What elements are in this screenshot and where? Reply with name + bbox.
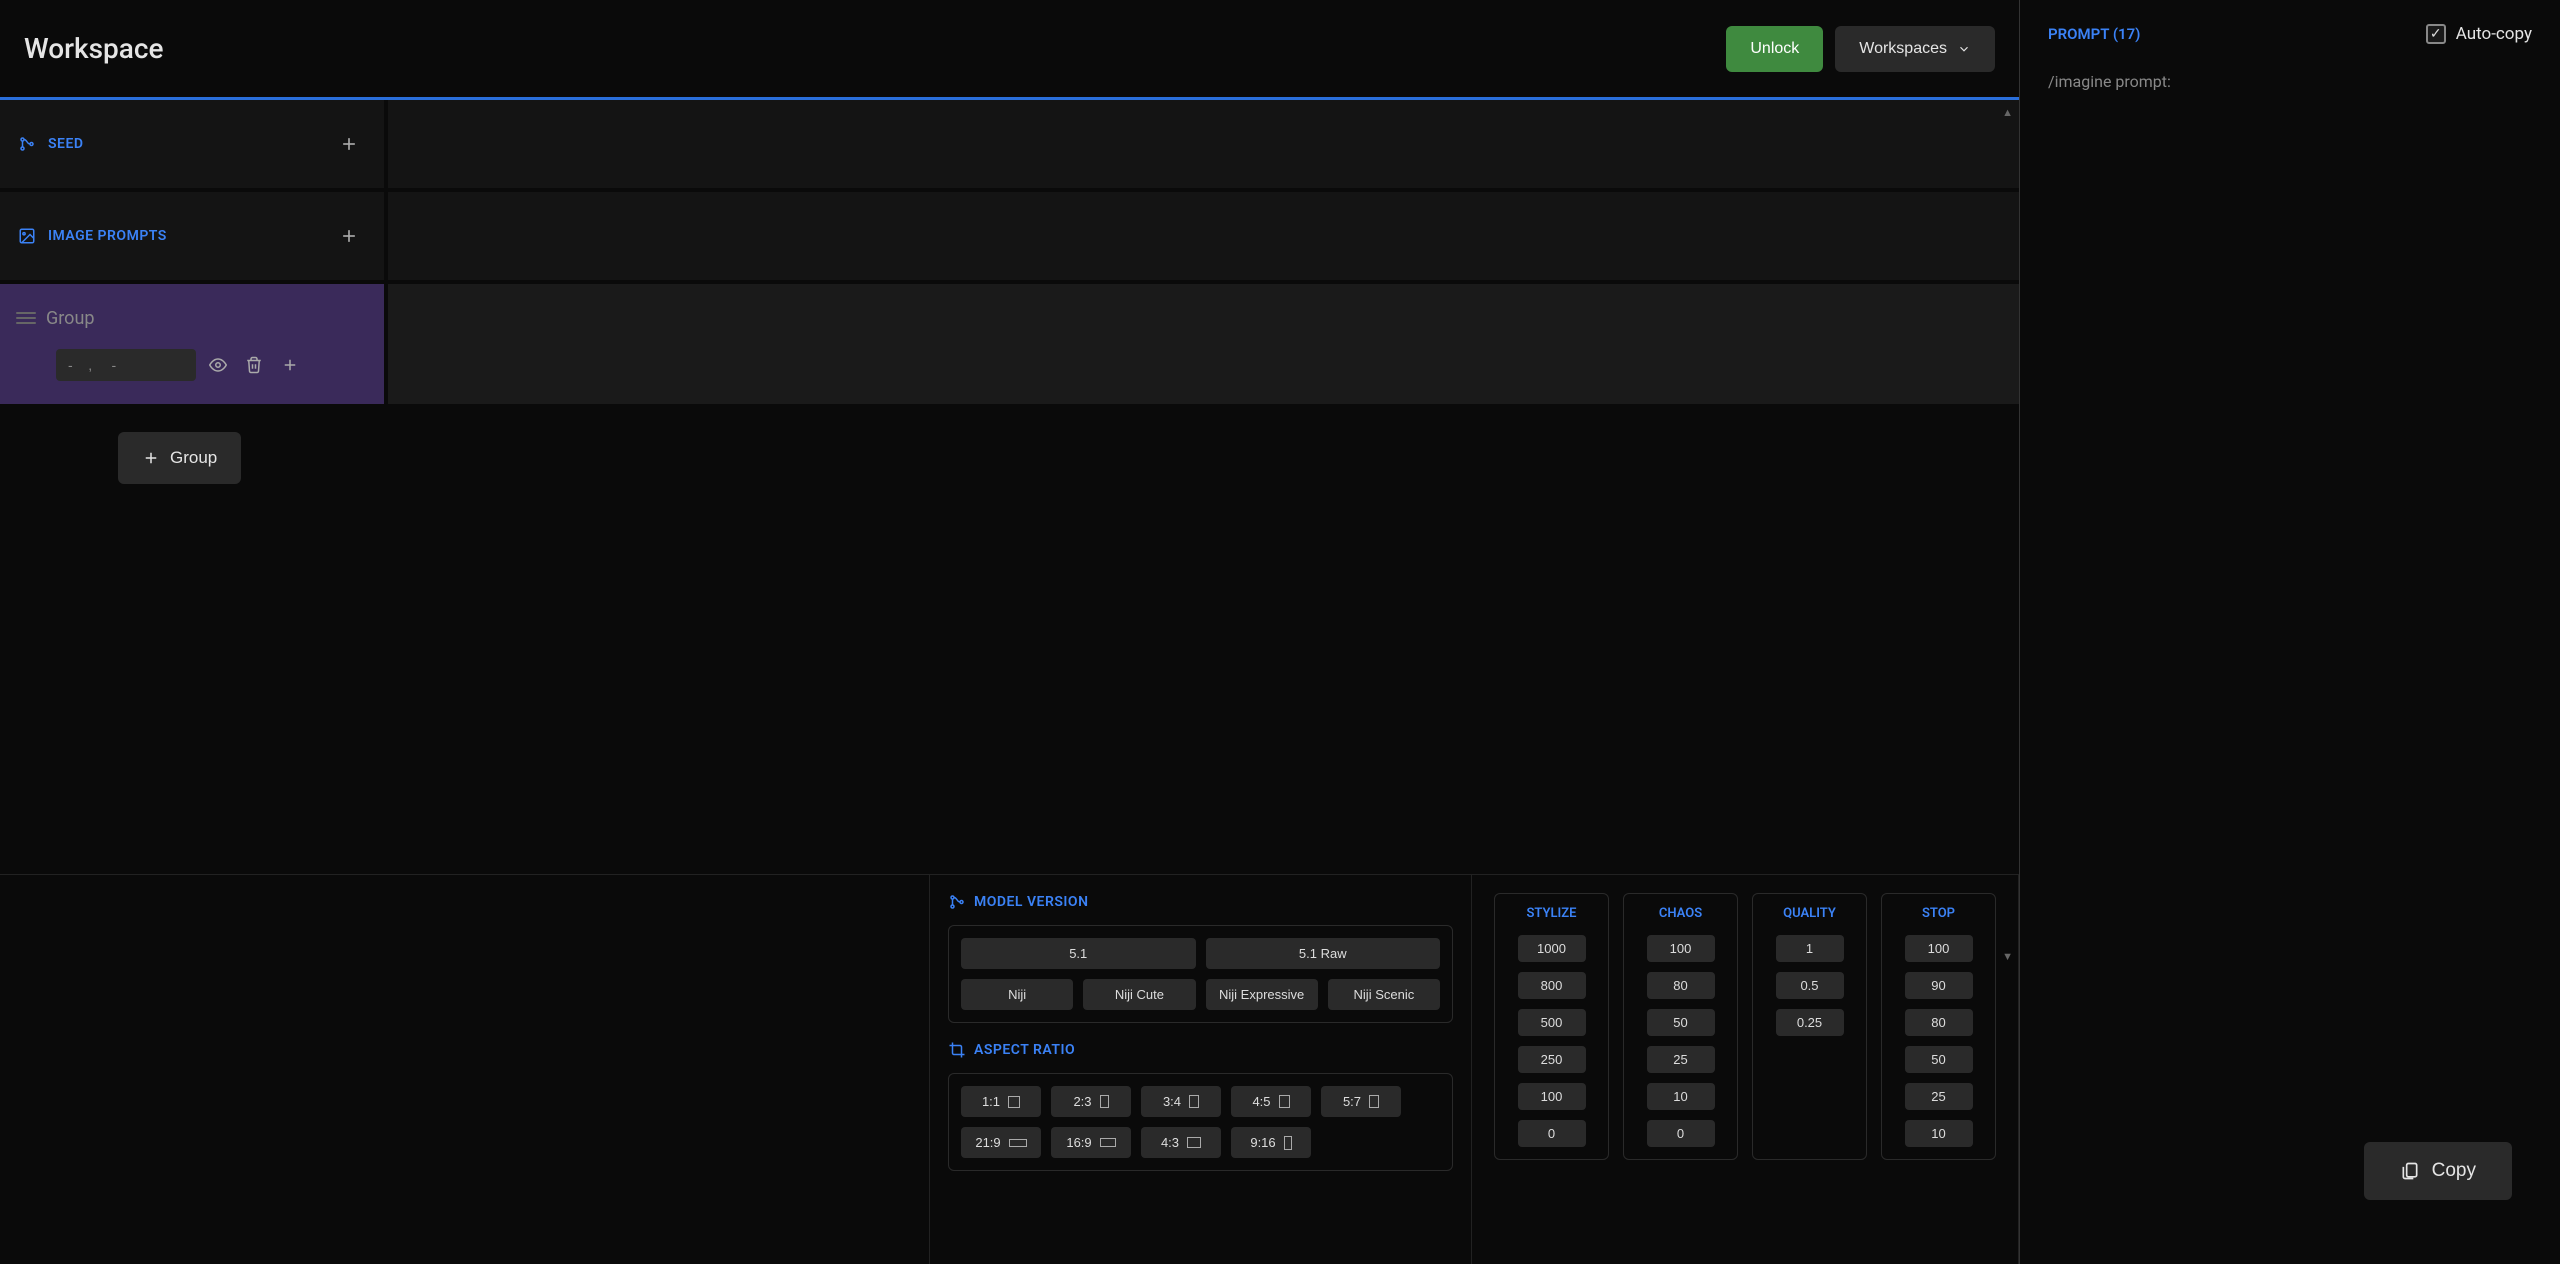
- chevron-down-icon: [1957, 42, 1971, 56]
- stylize-column: STYLIZE10008005002501000: [1494, 893, 1609, 1160]
- add-group-label: Group: [170, 448, 217, 468]
- stop-title: STOP: [1922, 906, 1955, 921]
- chaos-preset-button[interactable]: 10: [1647, 1083, 1715, 1110]
- bottom-panel-empty: [0, 875, 930, 1264]
- image-icon: [18, 227, 36, 245]
- page-title: Workspace: [24, 32, 1726, 65]
- aspect-ratio-button[interactable]: 5:7: [1321, 1086, 1401, 1117]
- copy-label: Copy: [2432, 1160, 2476, 1182]
- scroll-down-icon[interactable]: ▼: [2002, 950, 2013, 963]
- add-seed-button[interactable]: [332, 127, 366, 161]
- chaos-preset-button[interactable]: 50: [1647, 1009, 1715, 1036]
- delete-group-button[interactable]: [240, 351, 268, 379]
- group-label: Group: [46, 308, 94, 329]
- unlock-button[interactable]: Unlock: [1726, 26, 1823, 72]
- image-prompts-row: IMAGE PROMPTS: [0, 192, 2019, 280]
- stylize-preset-button[interactable]: 800: [1518, 972, 1586, 999]
- quality-preset-button[interactable]: 0.25: [1776, 1009, 1844, 1036]
- aspect-ratio-button[interactable]: 3:4: [1141, 1086, 1221, 1117]
- image-prompts-content: [388, 192, 2019, 280]
- stylize-preset-button[interactable]: 250: [1518, 1046, 1586, 1073]
- prompt-sidebar: PROMPT (17) Auto-copy /imagine prompt: C…: [2020, 0, 2560, 1264]
- stop-preset-button[interactable]: 50: [1905, 1046, 1973, 1073]
- stop-column: STOP 100 90 80 50 25 10: [1881, 893, 1996, 1160]
- autocopy-toggle[interactable]: Auto-copy: [2426, 24, 2532, 44]
- workspaces-label: Workspaces: [1859, 40, 1947, 58]
- seed-content: [388, 100, 2019, 188]
- stop-preset-button[interactable]: 10: [1905, 1120, 1973, 1147]
- model-version-button[interactable]: Niji Scenic: [1328, 979, 1440, 1010]
- model-aspect-panel: MODEL VERSION 5.1 5.1 Raw Niji Niji Cute Nij…: [930, 875, 1472, 1264]
- chaos-title: CHAOS: [1659, 906, 1702, 921]
- chaos-preset-button[interactable]: 80: [1647, 972, 1715, 999]
- quality-title: QUALITY: [1783, 906, 1836, 921]
- model-version-button[interactable]: Niji: [961, 979, 1073, 1010]
- group-content: [388, 284, 2019, 404]
- model-version-button[interactable]: 5.1 Raw: [1206, 938, 1441, 969]
- drag-handle-icon[interactable]: [16, 312, 36, 324]
- stylize-title: STYLIZE: [1527, 906, 1577, 921]
- plus-icon: [339, 134, 359, 154]
- workspaces-dropdown[interactable]: Workspaces: [1835, 26, 1995, 72]
- add-group-button[interactable]: Group: [118, 432, 241, 484]
- plus-icon: [142, 449, 160, 467]
- model-version-button[interactable]: Niji Cute: [1083, 979, 1195, 1010]
- stylize-preset-button[interactable]: 100: [1518, 1083, 1586, 1110]
- aspect-ratio-button[interactable]: 4:3: [1141, 1127, 1221, 1158]
- stylize-preset-button[interactable]: 1000: [1518, 935, 1586, 962]
- aspect-ratio-button[interactable]: 9:16: [1231, 1127, 1311, 1158]
- chaos-preset-button[interactable]: 25: [1647, 1046, 1715, 1073]
- aspect-ratio-button[interactable]: 21:9: [961, 1127, 1041, 1158]
- params-panel: STYLIZE10008005002501000CHAOS10080502510…: [1472, 875, 2019, 1264]
- stop-preset-button[interactable]: 90: [1905, 972, 1973, 999]
- stylize-preset-button[interactable]: 500: [1518, 1009, 1586, 1036]
- group-row: Group: [0, 284, 2019, 404]
- seed-row: SEED: [0, 100, 2019, 188]
- stop-preset-button[interactable]: 80: [1905, 1009, 1973, 1036]
- aspect-ratio-button[interactable]: 4:5: [1231, 1086, 1311, 1117]
- branch-icon: [18, 135, 36, 153]
- prompt-preview: /imagine prompt:: [2048, 72, 2532, 1142]
- add-to-group-button[interactable]: [276, 351, 304, 379]
- group-weight-input[interactable]: [56, 349, 196, 381]
- header: Workspace Unlock Workspaces: [0, 0, 2019, 100]
- chaos-preset-button[interactable]: 0: [1647, 1120, 1715, 1147]
- copy-button[interactable]: Copy: [2364, 1142, 2512, 1200]
- trash-icon: [245, 356, 263, 374]
- branch-icon: [948, 893, 966, 911]
- quality-preset-button[interactable]: 0.5: [1776, 972, 1844, 999]
- prompt-count-label: PROMPT (17): [2048, 25, 2140, 43]
- aspect-ratio-button[interactable]: 16:9: [1051, 1127, 1131, 1158]
- add-image-prompt-button[interactable]: [332, 219, 366, 253]
- scroll-up-icon[interactable]: ▲: [2002, 106, 2013, 119]
- stylize-preset-button[interactable]: 0: [1518, 1120, 1586, 1147]
- aspect-ratio-button[interactable]: 1:1: [961, 1086, 1041, 1117]
- chaos-column: CHAOS100805025100: [1623, 893, 1738, 1160]
- aspect-ratio-button[interactable]: 2:3: [1051, 1086, 1131, 1117]
- autocopy-label: Auto-copy: [2456, 24, 2532, 44]
- quality-column: QUALITY 1 0.5 0.25: [1752, 893, 1867, 1160]
- eye-icon: [209, 356, 227, 374]
- stop-preset-button[interactable]: 25: [1905, 1083, 1973, 1110]
- clipboard-icon: [2400, 1161, 2420, 1181]
- plus-icon: [281, 356, 299, 374]
- checkbox-icon: [2426, 24, 2446, 44]
- model-version-button[interactable]: Niji Expressive: [1206, 979, 1318, 1010]
- aspect-ratio-title: ASPECT RATIO: [948, 1041, 1453, 1059]
- plus-icon: [339, 226, 359, 246]
- chaos-preset-button[interactable]: 100: [1647, 935, 1715, 962]
- model-version-button[interactable]: 5.1: [961, 938, 1196, 969]
- visibility-toggle[interactable]: [204, 351, 232, 379]
- quality-preset-button[interactable]: 1: [1776, 935, 1844, 962]
- model-version-title: MODEL VERSION: [948, 893, 1453, 911]
- seed-label: SEED: [48, 136, 320, 152]
- crop-icon: [948, 1041, 966, 1059]
- stop-preset-button[interactable]: 100: [1905, 935, 1973, 962]
- image-prompts-label: IMAGE PROMPTS: [48, 228, 320, 244]
